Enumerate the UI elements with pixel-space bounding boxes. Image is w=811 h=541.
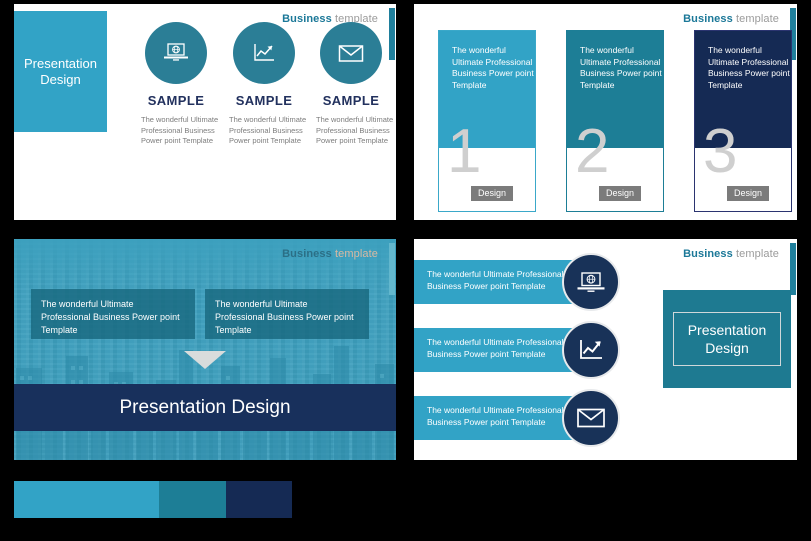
brand-bold: Business [683, 248, 733, 260]
slide-2-numbered-cards[interactable]: Business template The wonderful Ultimate… [414, 4, 797, 220]
numbered-card[interactable]: The wonderful Ultimate Professional Busi… [566, 30, 664, 212]
sample-title: SAMPLE [235, 93, 293, 108]
panel-inner-frame: Presentation Design [673, 312, 781, 366]
numbered-card[interactable]: The wonderful Ultimate Professional Busi… [694, 30, 792, 212]
brand-light: template [331, 248, 378, 260]
edge-accent-bar [790, 243, 796, 295]
sample-column[interactable]: SAMPLE The wonderful Ultimate Profession… [133, 22, 219, 147]
sample-body: The wonderful Ultimate Professional Busi… [316, 115, 394, 145]
card-number: 1 [447, 117, 482, 186]
brand-light: template [732, 13, 779, 25]
line-chart-icon [562, 321, 620, 379]
design-button[interactable]: Design [471, 186, 514, 201]
banner-bar: Presentation Design [14, 384, 396, 431]
swatch-light-teal[interactable] [14, 481, 159, 518]
slide-1-icons-columns[interactable]: Business template Presentation Design SA… [14, 4, 396, 220]
presentation-design-panel: Presentation Design [663, 290, 791, 388]
brand-bold: Business [683, 13, 733, 25]
slide-3-cityscape-banner[interactable]: Business template The wonderful Ultimate… [14, 239, 396, 460]
card-number: 2 [575, 117, 610, 186]
color-swatch-strip [14, 481, 292, 518]
panel-line-1: Presentation [687, 322, 767, 338]
brand-tag: Business template [683, 248, 779, 260]
slide-template-preview: Business template Presentation Design SA… [0, 0, 811, 541]
presentation-design-hero: Presentation Design [14, 11, 107, 132]
card-number: 3 [703, 117, 738, 186]
brand-bold: Business [282, 248, 332, 260]
down-arrow-icon [184, 351, 226, 369]
numbered-card[interactable]: The wonderful Ultimate Professional Busi… [438, 30, 536, 212]
swatch-teal[interactable] [159, 481, 226, 518]
sample-title: SAMPLE [147, 93, 205, 108]
hero-line-1: Presentation [24, 55, 97, 71]
sample-title: SAMPLE [322, 93, 380, 108]
brand-tag: Business template [282, 248, 378, 260]
laptop-globe-icon [562, 253, 620, 311]
swatch-navy[interactable] [226, 481, 292, 518]
sample-body: The wonderful Ultimate Professional Busi… [229, 115, 307, 145]
sample-column[interactable]: SAMPLE The wonderful Ultimate Profession… [308, 22, 394, 147]
icon-list-item[interactable]: The wonderful Ultimate Professional Busi… [414, 321, 639, 379]
edge-accent-bar [389, 243, 395, 295]
banner-label: Presentation Design [119, 396, 291, 418]
info-box: The wonderful Ultimate Professional Busi… [31, 289, 195, 339]
brand-tag: Business template [683, 13, 779, 25]
brand-light: template [732, 248, 779, 260]
design-button[interactable]: Design [599, 186, 642, 201]
panel-line-2: Design [705, 340, 749, 356]
slide-4-icon-list[interactable]: Business template The wonderful Ultimate… [414, 239, 797, 460]
envelope-icon [562, 389, 620, 447]
info-box: The wonderful Ultimate Professional Busi… [205, 289, 369, 339]
line-chart-icon [233, 22, 295, 84]
icon-list-item[interactable]: The wonderful Ultimate Professional Busi… [414, 253, 639, 311]
icon-list-item[interactable]: The wonderful Ultimate Professional Busi… [414, 389, 639, 447]
laptop-globe-icon [145, 22, 207, 84]
envelope-icon [320, 22, 382, 84]
design-button[interactable]: Design [727, 186, 770, 201]
sample-body: The wonderful Ultimate Professional Busi… [141, 115, 219, 145]
sample-column[interactable]: SAMPLE The wonderful Ultimate Profession… [221, 22, 307, 147]
hero-line-2: Design [40, 71, 81, 87]
